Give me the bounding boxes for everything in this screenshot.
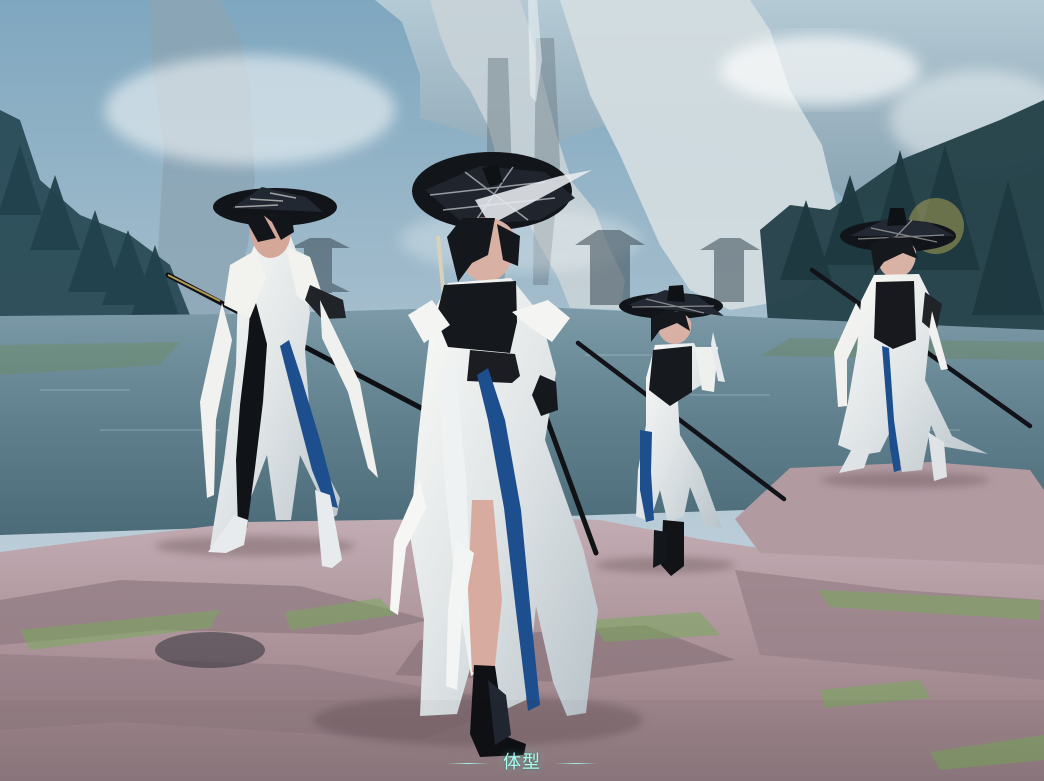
character-selection-scene: [0, 0, 1044, 781]
game-screen: 体型: [0, 0, 1044, 781]
